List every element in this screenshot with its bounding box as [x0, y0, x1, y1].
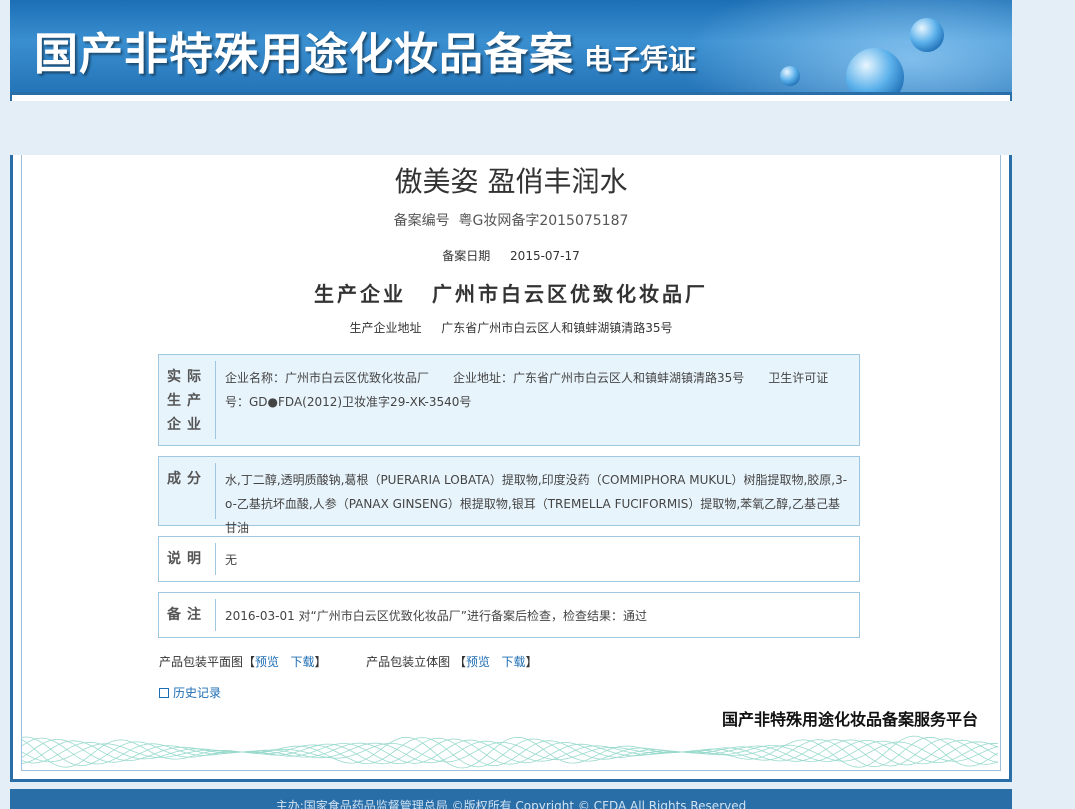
description-label: 说明	[159, 537, 215, 581]
filing-date-row: 备案日期 2015-07-17	[22, 247, 1000, 264]
description-label-text: 说明	[167, 551, 207, 567]
history-link[interactable]: 历史记录	[159, 684, 221, 701]
ingredients-box: 成分 水,丁二醇,透明质酸钠,葛根（PUERARIA LOBATA）提取物,印度…	[158, 456, 860, 535]
bracket-close: 】	[314, 655, 327, 669]
stereo-download-link[interactable]: 下载	[501, 655, 525, 669]
actual-producer-label-line: 生产	[167, 393, 207, 409]
product-name: 傲美姿 盈俏丰润水	[394, 165, 628, 198]
ingredients-label: 成分	[159, 457, 215, 525]
guilloche-pattern	[22, 735, 998, 769]
certificate-inner: 傲美姿 盈俏丰润水 备案编号 粤G妆网备字2015075187 备案日期 201…	[21, 155, 1001, 771]
banner-glow	[660, 0, 1012, 92]
stereo-package-label: 产品包装立体图 【	[366, 655, 466, 669]
manufacturer-label: 生产企业	[314, 282, 407, 306]
filing-date-label: 备案日期	[442, 249, 491, 263]
description-text: 无	[225, 553, 238, 567]
footer-text: 主办:国家食品药品监督管理总局 ©版权所有 Copyright © CFDA A…	[275, 799, 747, 809]
stereo-preview-link[interactable]: 预览	[466, 655, 490, 669]
banner-orb-small	[910, 18, 944, 52]
banner-orb-tiny	[780, 66, 800, 86]
ingredients-text: 水,丁二醇,透明质酸钠,葛根（PUERARIA LOBATA）提取物,印度没药（…	[225, 473, 848, 535]
ingredients-label-text: 成分	[167, 471, 207, 487]
header-rule	[10, 92, 1012, 101]
spacer-band	[0, 101, 1012, 155]
package-links: 产品包装平面图【预览 下载】 产品包装立体图 【预览 下载】	[159, 653, 538, 670]
filing-number: 粤G妆网备字2015075187	[458, 213, 629, 229]
remarks-label: 备注	[159, 593, 215, 637]
flat-package-label: 产品包装平面图【	[159, 655, 256, 669]
remarks-box: 备注 2016-03-01 对“广州市白云区优致化妆品厂”进行备案后检查，检查结…	[158, 592, 860, 638]
remarks-text: 2016-03-01 对“广州市白云区优致化妆品厂”进行备案后检查，检查结果：通…	[225, 609, 647, 623]
banner-title-main: 国产非特殊用途化妆品备案	[34, 29, 574, 80]
actual-producer-text: 企业名称：广州市白云区优致化妆品厂 企业地址：广东省广州市白云区人和镇蚌湖镇清路…	[225, 371, 829, 409]
filing-number-row: 备案编号 粤G妆网备字2015075187	[22, 210, 1000, 230]
description-box: 说明 无	[158, 536, 860, 582]
window-icon	[159, 688, 169, 698]
platform-name: 国产非特殊用途化妆品备案服务平台	[721, 710, 978, 729]
manufacturer-address: 广东省广州市白云区人和镇蚌湖镇清路35号	[441, 321, 673, 335]
header-banner: 国产非特殊用途化妆品备案 电子凭证	[10, 0, 1012, 92]
manufacturer-row: 生产企业 广州市白云区优致化妆品厂	[22, 278, 1000, 307]
manufacturer-address-row: 生产企业地址 广东省广州市白云区人和镇蚌湖镇清路35号	[22, 319, 1000, 336]
banner-subtitle: 电子凭证	[584, 43, 697, 76]
bracket-close: 】	[525, 655, 538, 669]
history-link-text[interactable]: 历史记录	[173, 686, 221, 700]
flat-preview-link[interactable]: 预览	[255, 655, 279, 669]
banner-title: 国产非特殊用途化妆品备案 电子凭证	[34, 18, 696, 82]
certificate-frame: 傲美姿 盈俏丰润水 备案编号 粤G妆网备字2015075187 备案日期 201…	[10, 155, 1012, 782]
actual-producer-label-line: 企业	[167, 417, 207, 433]
actual-producer-box: 实际 生产 企业 企业名称：广州市白云区优致化妆品厂 企业地址：广东省广州市白云…	[158, 354, 860, 446]
footer-bar: 主办:国家食品药品监督管理总局 ©版权所有 Copyright © CFDA A…	[10, 789, 1012, 809]
filing-date: 2015-07-17	[510, 249, 580, 263]
remarks-label-text: 备注	[167, 607, 207, 623]
guilloche-line	[22, 736, 998, 768]
filing-number-label: 备案编号	[393, 213, 450, 229]
guilloche-line	[22, 738, 998, 766]
manufacturer-name: 广州市白云区优致化妆品厂	[431, 282, 708, 306]
actual-producer-label-line: 实际	[167, 369, 207, 385]
actual-producer-label: 实际 生产 企业	[159, 355, 215, 445]
flat-download-link[interactable]: 下载	[290, 655, 314, 669]
manufacturer-address-label: 生产企业地址	[349, 321, 422, 335]
